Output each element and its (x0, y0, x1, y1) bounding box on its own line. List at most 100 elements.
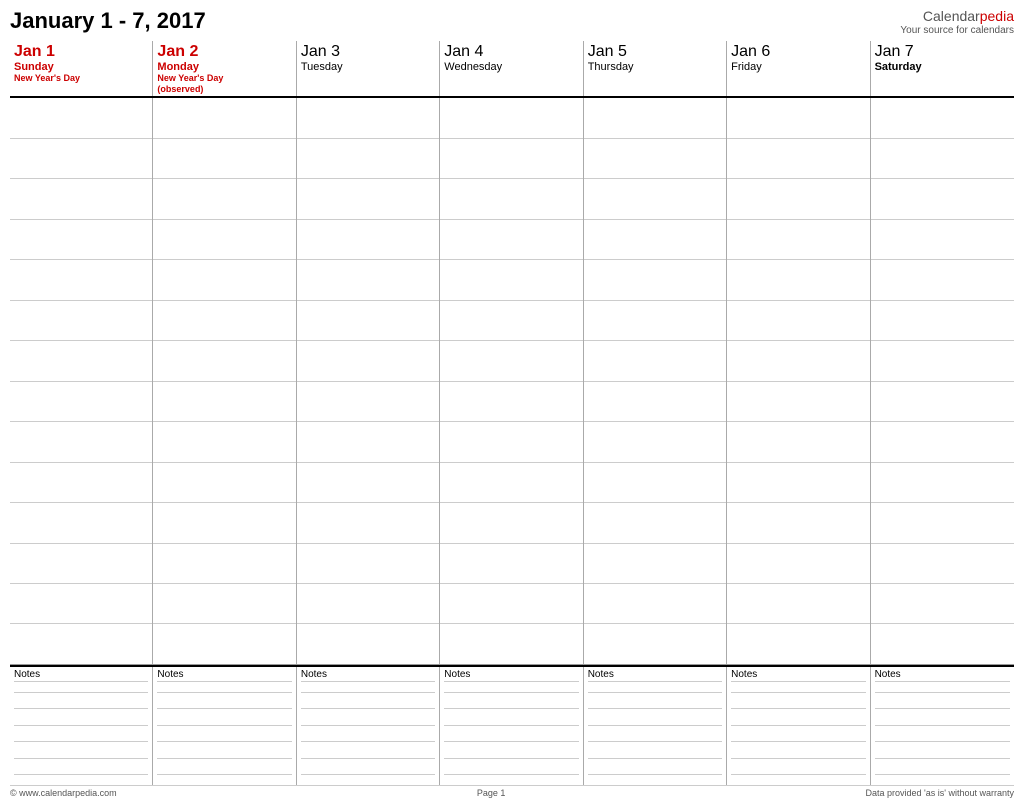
notes-cell-3: Notes (440, 667, 583, 785)
time-row-1-12 (153, 584, 295, 624)
notes-line-1-3 (157, 741, 291, 742)
time-row-2-5 (297, 301, 439, 341)
time-row-5-0 (727, 98, 869, 138)
time-row-1-13 (153, 624, 295, 663)
time-row-0-0 (10, 98, 152, 138)
time-row-3-9 (440, 463, 582, 503)
notes-line-0-3 (14, 741, 148, 742)
notes-line-1-2 (157, 725, 291, 726)
time-row-2-4 (297, 260, 439, 300)
time-row-0-1 (10, 139, 152, 179)
time-row-4-4 (584, 260, 726, 300)
brand-tagline: Your source for calendars (900, 25, 1014, 37)
time-row-4-6 (584, 341, 726, 381)
time-row-0-6 (10, 341, 152, 381)
time-row-5-9 (727, 463, 869, 503)
day-column-3 (440, 98, 583, 664)
notes-label-4: Notes (588, 669, 722, 682)
notes-line-6-2 (875, 725, 1010, 726)
time-row-3-1 (440, 139, 582, 179)
page-title: January 1 - 7, 2017 (10, 8, 206, 34)
notes-line-5-5 (731, 774, 865, 775)
notes-lines-0 (14, 684, 148, 783)
notes-line-4-3 (588, 741, 722, 742)
time-row-1-6 (153, 341, 295, 381)
time-row-5-1 (727, 139, 869, 179)
footer-center: Page 1 (477, 788, 506, 798)
notes-line-3-4 (444, 758, 578, 759)
time-row-6-7 (871, 382, 1014, 422)
notes-line-5-3 (731, 741, 865, 742)
day-column-1 (153, 98, 296, 664)
notes-line-3-5 (444, 774, 578, 775)
time-row-1-9 (153, 463, 295, 503)
time-row-4-1 (584, 139, 726, 179)
time-row-2-11 (297, 544, 439, 584)
notes-label-5: Notes (731, 669, 865, 682)
day-name-5: Friday (731, 61, 865, 73)
brand: Calendarpedia Your source for calendars (900, 8, 1014, 37)
time-row-3-3 (440, 220, 582, 260)
time-row-4-9 (584, 463, 726, 503)
time-row-6-0 (871, 98, 1014, 138)
time-row-3-5 (440, 301, 582, 341)
day-name-1: Monday (157, 61, 291, 73)
time-row-0-12 (10, 584, 152, 624)
brand-pedia: pedia (980, 8, 1014, 24)
notes-lines-4 (588, 684, 722, 783)
time-row-1-8 (153, 422, 295, 462)
time-row-4-13 (584, 624, 726, 663)
notes-line-0-1 (14, 708, 148, 709)
notes-cell-5: Notes (727, 667, 870, 785)
time-row-6-8 (871, 422, 1014, 462)
time-row-1-2 (153, 179, 295, 219)
notes-line-3-0 (444, 692, 578, 693)
notes-line-5-2 (731, 725, 865, 726)
day-number-0: Jan 1 (14, 43, 148, 61)
notes-label-1: Notes (157, 669, 291, 682)
day-header-2: Jan 3Tuesday (297, 41, 440, 97)
day-header-3: Jan 4Wednesday (440, 41, 583, 97)
day-header-5: Jan 6Friday (727, 41, 870, 97)
time-row-4-7 (584, 382, 726, 422)
time-row-2-7 (297, 382, 439, 422)
notes-line-5-0 (731, 692, 865, 693)
time-row-2-6 (297, 341, 439, 381)
time-row-6-11 (871, 544, 1014, 584)
holiday-0: New Year's Day (14, 73, 148, 84)
header: January 1 - 7, 2017 Calendarpedia Your s… (10, 8, 1014, 37)
time-row-2-1 (297, 139, 439, 179)
time-row-1-10 (153, 503, 295, 543)
notes-cell-1: Notes (153, 667, 296, 785)
notes-line-4-2 (588, 725, 722, 726)
time-row-2-12 (297, 584, 439, 624)
time-row-1-1 (153, 139, 295, 179)
time-row-4-5 (584, 301, 726, 341)
time-row-0-9 (10, 463, 152, 503)
day-name-0: Sunday (14, 61, 148, 73)
brand-name: Calendarpedia (900, 8, 1014, 25)
time-row-0-10 (10, 503, 152, 543)
time-row-2-13 (297, 624, 439, 663)
notes-label-6: Notes (875, 669, 1010, 682)
notes-line-4-0 (588, 692, 722, 693)
notes-line-2-4 (301, 758, 435, 759)
time-row-1-5 (153, 301, 295, 341)
notes-lines-1 (157, 684, 291, 783)
day-number-2: Jan 3 (301, 43, 435, 61)
day-number-6: Jan 7 (875, 43, 1010, 61)
notes-line-0-2 (14, 725, 148, 726)
notes-line-6-0 (875, 692, 1010, 693)
notes-line-4-4 (588, 758, 722, 759)
notes-line-2-5 (301, 774, 435, 775)
notes-line-2-3 (301, 741, 435, 742)
time-row-6-3 (871, 220, 1014, 260)
time-row-4-0 (584, 98, 726, 138)
time-row-0-5 (10, 301, 152, 341)
time-row-6-5 (871, 301, 1014, 341)
time-row-4-10 (584, 503, 726, 543)
time-row-3-2 (440, 179, 582, 219)
time-row-6-13 (871, 624, 1014, 663)
notes-line-3-3 (444, 741, 578, 742)
notes-line-0-5 (14, 774, 148, 775)
